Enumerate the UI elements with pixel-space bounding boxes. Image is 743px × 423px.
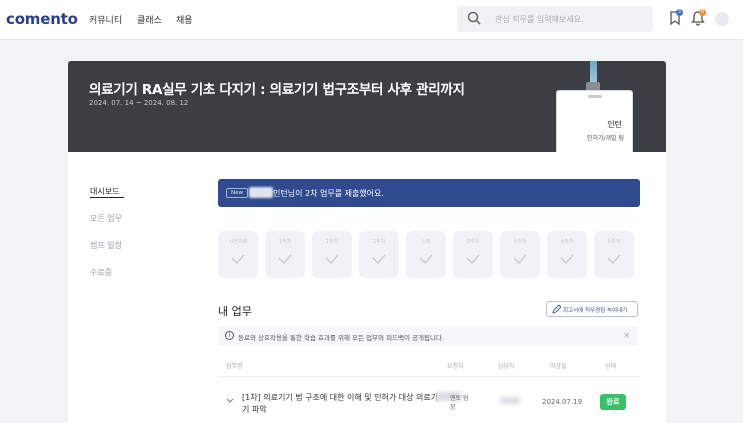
pencil-icon xyxy=(552,305,561,314)
step-label: 5주차 xyxy=(607,239,621,245)
active-underline xyxy=(90,197,124,198)
step-label: 1주차 xyxy=(325,239,339,245)
lanyard-strap xyxy=(590,61,597,83)
nav-jobs[interactable]: 채용 xyxy=(176,13,193,26)
step-card[interactable]: 신뢰 xyxy=(406,231,446,278)
check-icon xyxy=(466,254,480,264)
card-team: 인허가/개발 팀 xyxy=(586,135,624,142)
column-header: 요청자 xyxy=(447,363,464,370)
info-icon: i xyxy=(225,331,234,340)
step-card[interactable]: 4주차 xyxy=(547,231,587,278)
notice-message: 인턴님이 2차 업무를 제출했어요. xyxy=(273,189,384,198)
sidebar-item-dashboard[interactable]: 대시보드 xyxy=(90,186,119,197)
check-icon xyxy=(560,254,574,264)
column-header: 업무명 xyxy=(226,363,243,370)
redacted-name xyxy=(249,187,273,198)
step-card[interactable]: 사전과제 xyxy=(218,231,258,278)
info-text: 동료와 상호작용을 통한 학습 효과를 위해 모든 업무와 피드백이 공개됩니다… xyxy=(238,334,445,342)
bell-badge: 8 xyxy=(699,9,706,16)
chevron-down-icon[interactable] xyxy=(226,398,234,404)
step-label: 신뢰 xyxy=(421,239,431,245)
card-role: 인턴 xyxy=(607,120,622,129)
info-banner: i 동료와 상호작용을 통한 학습 효과를 위해 모든 업무와 피드백이 공개됩… xyxy=(218,326,638,346)
column-header: 마감일 xyxy=(550,363,567,370)
write-note-button[interactable]: 회고서에 직무경험 녹여내기 xyxy=(546,301,638,317)
step-label: 3주차 xyxy=(466,239,480,245)
nav-community[interactable]: 커뮤니티 xyxy=(89,13,122,26)
card-slot xyxy=(588,95,602,98)
nav-class[interactable]: 클래스 xyxy=(137,13,162,26)
avatar[interactable] xyxy=(715,12,729,26)
check-icon xyxy=(419,254,433,264)
check-icon xyxy=(607,254,621,264)
sidebar-item-schedule[interactable]: 캠프 일정 xyxy=(90,240,122,251)
search-input[interactable]: 관심 직무를 입력해보세요. xyxy=(457,6,653,32)
close-icon[interactable]: ✕ xyxy=(623,331,630,340)
write-note-label: 회고서에 직무경험 녹여내기 xyxy=(563,308,628,314)
check-icon xyxy=(513,254,527,264)
my-tasks-title: 내 업무 xyxy=(218,305,252,318)
check-icon xyxy=(372,254,386,264)
id-card: 인턴 인허가/개발 팀 xyxy=(556,90,633,157)
step-label: 3주차 xyxy=(513,239,527,245)
page-title: 의료기기 RA실무 기초 다지기 : 의료기기 법구조부터 사후 관리까지 xyxy=(89,82,465,98)
top-nav: comento 커뮤니티 클래스 채용 관심 직무를 입력해보세요. 3 8 xyxy=(0,0,743,40)
step-label: 사전과제 xyxy=(228,239,248,245)
step-card[interactable]: 2주차 xyxy=(359,231,399,278)
column-header: 담당자 xyxy=(498,363,515,370)
submission-notice[interactable]: New 인턴님이 2차 업무를 제출했어요. xyxy=(218,179,640,207)
check-icon xyxy=(325,254,339,264)
step-label: 4주차 xyxy=(560,239,574,245)
step-card[interactable]: 3주차 xyxy=(453,231,493,278)
bookmark-badge: 3 xyxy=(676,9,683,16)
header-divider xyxy=(218,376,640,377)
task-due-date: 2024.07.19 xyxy=(542,398,583,406)
search-icon xyxy=(467,11,481,25)
new-tag: New xyxy=(226,188,248,198)
task-name[interactable]: [1차] 의료기기 법 구조에 대한 이해 및 인허가 대상 의료기기 파악 xyxy=(242,392,442,416)
step-card[interactable]: 1주차 xyxy=(265,231,305,278)
step-label: 2주차 xyxy=(372,239,386,245)
column-header: 상태 xyxy=(605,363,617,370)
sidebar-item-certificate[interactable]: 수료증 xyxy=(90,267,112,278)
search-placeholder: 관심 직무를 입력해보세요. xyxy=(495,15,584,24)
logo[interactable]: comento xyxy=(6,10,78,28)
sidebar-item-all-tasks[interactable]: 모든 업무 xyxy=(90,213,122,224)
redacted-assignee xyxy=(500,397,520,404)
step-card[interactable]: 3주차 xyxy=(500,231,540,278)
check-icon xyxy=(231,254,245,264)
check-icon xyxy=(278,254,292,264)
step-card[interactable]: 1주차 xyxy=(312,231,352,278)
step-label: 1주차 xyxy=(278,239,292,245)
task-requester: 멘토 팀장 xyxy=(450,395,469,411)
status-badge: 완료 xyxy=(600,394,626,410)
step-card[interactable]: 5주차 xyxy=(594,231,634,278)
content-panel: 대시보드 모든 업무 캠프 일정 수료증 New 인턴님이 2차 업무를 제출했… xyxy=(68,152,666,423)
date-range: 2024. 07. 14 ~ 2024. 08. 12 xyxy=(89,99,189,107)
